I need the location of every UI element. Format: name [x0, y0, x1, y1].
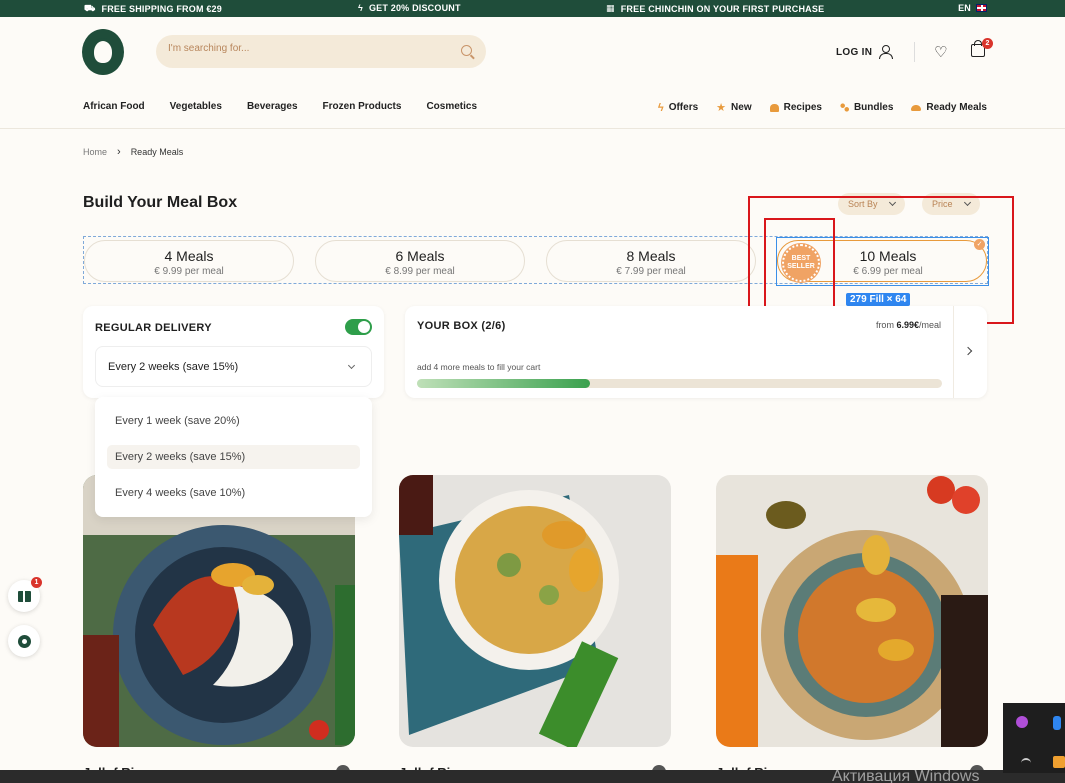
promo-discount: ϟ GET 20% DISCOUNT	[358, 3, 461, 13]
bolt-icon: ϟ	[358, 3, 363, 13]
page-title: Build Your Meal Box	[83, 194, 238, 211]
breadcrumb-home[interactable]: Home	[83, 147, 107, 157]
delivery-option-2-weeks[interactable]: Every 2 weeks (save 15%)	[107, 445, 360, 469]
chevron-right-icon[interactable]	[963, 346, 973, 356]
gift-icon	[17, 590, 31, 602]
whatsapp-icon	[17, 634, 31, 648]
box-progress-bar	[417, 379, 942, 388]
search-input[interactable]	[168, 43, 448, 54]
bolt-icon: ϟ	[657, 101, 664, 114]
breadcrumb-current: Ready Meals	[130, 147, 184, 157]
chef-hat-icon	[769, 103, 779, 112]
box-progress-fill	[417, 379, 591, 388]
bundles-icon	[839, 103, 849, 112]
nav-new[interactable]: ★ New	[716, 101, 751, 114]
promo-chinchin: ▦ FREE CHINCHIN ON YOUR FIRST PURCHASE	[606, 3, 825, 14]
meal-option-8[interactable]: 8 Meals € 7.99 per meal	[546, 240, 756, 282]
nav-frozen-products[interactable]: Frozen Products	[323, 101, 402, 112]
delivery-option-4-weeks[interactable]: Every 4 weeks (save 10%)	[107, 481, 360, 505]
language-switcher[interactable]: EN	[958, 3, 987, 13]
nav-recipes[interactable]: Recipes	[769, 101, 822, 114]
delivery-frequency-menu: Every 1 week (save 20%) Every 2 weeks (s…	[95, 397, 372, 517]
product-card-image[interactable]	[399, 475, 671, 747]
search-icon[interactable]	[461, 45, 472, 56]
star-icon: ★	[716, 102, 727, 114]
jollof-with-drinks-image	[716, 475, 988, 747]
nav-bundles[interactable]: Bundles	[839, 101, 893, 114]
secondary-nav: ϟ Offers ★ New Recipes Bundles Ready Meals	[658, 101, 987, 115]
your-box-title: YOUR BOX (2/6)	[417, 320, 506, 332]
logo[interactable]	[82, 29, 124, 75]
delivery-option-1-week[interactable]: Every 1 week (save 20%)	[107, 409, 360, 433]
windows-activation-watermark: Активация Windows	[832, 768, 980, 783]
chevron-right-icon: ›	[117, 146, 121, 158]
gift-count-badge: 1	[31, 577, 42, 588]
system-tray-popup	[1003, 703, 1065, 773]
app-icon[interactable]	[1016, 716, 1028, 728]
wifi-icon[interactable]	[1021, 758, 1031, 768]
main-nav: African Food Vegetables Beverages Frozen…	[83, 101, 477, 112]
nav-cosmetics[interactable]: Cosmetics	[426, 101, 477, 112]
box-divider	[953, 306, 954, 398]
search-bar	[156, 35, 486, 68]
nav-vegetables[interactable]: Vegetables	[170, 101, 222, 112]
promo-shipping: ⛟ FREE SHIPPING FROM €29	[84, 3, 222, 14]
delivery-frequency-select[interactable]: Every 2 weeks (save 15%)	[95, 346, 372, 387]
nav-ready-meals[interactable]: Ready Meals	[911, 101, 987, 114]
gift-icon: ▦	[606, 3, 615, 13]
user-icon	[879, 45, 894, 59]
logo-face-icon	[91, 38, 115, 66]
meal-option-4[interactable]: 4 Meals € 9.99 per meal	[84, 240, 294, 282]
nav-offers[interactable]: ϟ Offers	[658, 101, 698, 114]
bluetooth-icon[interactable]	[1053, 716, 1061, 730]
price-from: from 6.99€/meal	[875, 320, 941, 330]
regular-delivery-toggle[interactable]	[345, 319, 372, 335]
uk-flag-icon	[976, 4, 987, 12]
jollof-rice-plate-image	[399, 475, 671, 747]
chevron-down-icon	[347, 361, 356, 370]
regular-delivery-label: REGULAR DELIVERY	[95, 322, 212, 334]
bowl-icon	[911, 104, 922, 111]
nav-beverages[interactable]: Beverages	[247, 101, 298, 112]
box-hint: add 4 more meals to fill your cart	[417, 362, 541, 372]
truck-icon: ⛟	[84, 3, 96, 13]
your-box-panel: YOUR BOX (2/6) from 6.99€/meal add 4 mor…	[405, 306, 987, 398]
cart-count-badge: 2	[982, 38, 993, 49]
site-header: LOG IN ♡ 2 African Food Vegetables Bever…	[0, 17, 1065, 129]
annotation-box-inner	[764, 218, 835, 309]
regular-delivery-panel: REGULAR DELIVERY Every 2 weeks (save 15%…	[83, 306, 384, 398]
product-card-image[interactable]	[716, 475, 988, 747]
nav-african-food[interactable]: African Food	[83, 101, 145, 112]
promo-bar: ⛟ FREE SHIPPING FROM €29 ϟ GET 20% DISCO…	[0, 0, 1065, 17]
breadcrumb: Home › Ready Meals	[83, 146, 183, 158]
whatsapp-button[interactable]	[8, 625, 40, 657]
header-divider	[914, 42, 915, 62]
meal-option-6[interactable]: 6 Meals € 8.99 per meal	[315, 240, 525, 282]
login-button[interactable]: LOG IN	[836, 45, 894, 59]
wishlist-heart-icon[interactable]: ♡	[934, 43, 947, 61]
battery-saver-icon[interactable]	[1053, 756, 1065, 768]
